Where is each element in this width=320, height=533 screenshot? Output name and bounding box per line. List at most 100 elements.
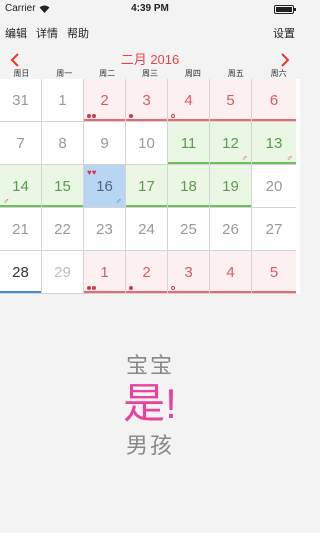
chevron-right-icon xyxy=(281,53,290,67)
day-number: 25 xyxy=(180,220,197,238)
day-cell[interactable]: 4 xyxy=(168,79,210,122)
day-number: 4 xyxy=(184,91,193,109)
day-number: 28 xyxy=(12,263,29,281)
day-number: 16 xyxy=(96,177,113,195)
day-number: 5 xyxy=(226,91,235,109)
day-cell[interactable]: 11 xyxy=(168,122,210,165)
weekday-label: 周日 xyxy=(13,69,30,78)
day-cell[interactable]: 27 xyxy=(252,208,296,251)
settings-button[interactable]: 设置 xyxy=(273,25,295,41)
day-number: 8 xyxy=(58,134,67,152)
weekday-label: 周五 xyxy=(227,69,244,78)
day-cell[interactable]: 1 xyxy=(84,251,126,294)
day-cell[interactable]: 2 xyxy=(84,79,126,122)
day-number: 26 xyxy=(222,220,239,238)
day-number: 10 xyxy=(138,134,155,152)
day-cell[interactable]: 13 ♂ xyxy=(252,122,296,165)
day-number: 27 xyxy=(265,220,283,238)
day-cell-today[interactable]: 28 xyxy=(0,251,42,294)
day-number: 21 xyxy=(12,220,29,238)
day-number: 18 xyxy=(180,177,197,195)
male-icon: ♂ xyxy=(3,196,10,206)
day-cell[interactable]: 5 xyxy=(252,251,296,294)
heart-icon: ♥♥ xyxy=(87,168,97,177)
next-month-button[interactable] xyxy=(280,47,290,70)
day-cell[interactable]: 26 xyxy=(210,208,252,251)
period-marker xyxy=(171,114,175,118)
day-cell[interactable]: 24 xyxy=(126,208,168,251)
day-cell[interactable]: 17 xyxy=(126,165,168,208)
day-number: 14 xyxy=(12,177,29,195)
day-number: 22 xyxy=(54,220,71,238)
male-icon: ♂ xyxy=(241,153,248,163)
day-number: 17 xyxy=(138,177,155,195)
edit-button[interactable]: 编辑 xyxy=(5,25,27,41)
day-number: 9 xyxy=(100,134,109,152)
weekday-label: 周二 xyxy=(99,69,116,78)
result-line-2: 是! xyxy=(123,380,177,427)
day-number: 12 xyxy=(222,134,239,152)
day-number: 19 xyxy=(222,177,239,195)
day-cell[interactable]: 2 xyxy=(126,251,168,294)
weekday-label: 周六 xyxy=(270,69,287,78)
month-header: 二月 2016 xyxy=(0,46,300,68)
day-cell[interactable]: 25 xyxy=(168,208,210,251)
day-cell[interactable]: 22 xyxy=(42,208,84,251)
period-marker xyxy=(129,286,133,290)
day-number: 23 xyxy=(96,220,113,238)
calendar-week: 28 29 1 2 3 4 5 xyxy=(0,251,300,294)
day-cell[interactable]: 23 xyxy=(84,208,126,251)
day-number: 20 xyxy=(265,177,283,195)
day-cell[interactable]: 14 ♂ xyxy=(0,165,42,208)
day-number: 1 xyxy=(58,91,67,109)
day-cell[interactable]: 12 ♂ xyxy=(210,122,252,165)
day-cell[interactable]: 8 xyxy=(42,122,84,165)
day-cell-selected[interactable]: ♥♥ 16 ♂ xyxy=(84,165,126,208)
calendar-week: 7 8 9 10 11 12 ♂ 13 ♂ xyxy=(0,122,300,165)
male-icon: ♂ xyxy=(115,196,122,206)
period-marker xyxy=(171,286,175,290)
calendar-grid: 31 1 2 3 4 5 6 7 8 9 10 11 12 ♂ 13 ♂ 14 ♂ 1… xyxy=(0,79,300,294)
day-cell[interactable]: 4 xyxy=(210,251,252,294)
male-icon: ♂ xyxy=(286,153,293,163)
day-cell[interactable]: 15 xyxy=(42,165,84,208)
day-cell[interactable]: 20 xyxy=(252,165,296,208)
day-number: 2 xyxy=(142,263,151,281)
day-cell[interactable]: 21 xyxy=(0,208,42,251)
day-number: 5 xyxy=(269,263,279,281)
day-cell[interactable]: 5 xyxy=(210,79,252,122)
help-button[interactable]: 帮助 xyxy=(67,25,89,41)
day-cell[interactable]: 10 xyxy=(126,122,168,165)
result-line-1: 宝宝 xyxy=(125,353,174,378)
day-number: 7 xyxy=(16,134,25,152)
day-number: 24 xyxy=(138,220,155,238)
day-number: 11 xyxy=(180,134,197,152)
battery-icon xyxy=(274,5,296,14)
details-button[interactable]: 详情 xyxy=(36,25,58,41)
day-cell[interactable]: 31 xyxy=(0,79,42,122)
day-cell[interactable]: 18 xyxy=(168,165,210,208)
day-number: 15 xyxy=(54,177,71,195)
status-bar: Carrier 4:39 PM xyxy=(0,0,300,20)
status-time: 4:39 PM xyxy=(131,3,169,14)
weekday-label: 周三 xyxy=(142,69,158,78)
calendar-week: 31 1 2 3 4 5 6 xyxy=(0,79,300,122)
day-cell[interactable]: 9 xyxy=(84,122,126,165)
day-number: 3 xyxy=(184,263,193,281)
day-number: 13 xyxy=(265,134,283,152)
period-marker xyxy=(87,114,96,118)
month-title: 二月 2016 xyxy=(120,52,180,67)
day-number: 31 xyxy=(12,91,29,109)
day-cell[interactable]: 7 xyxy=(0,122,42,165)
day-cell[interactable]: 19 xyxy=(210,165,252,208)
day-number: 2 xyxy=(100,91,109,109)
day-number: 1 xyxy=(100,263,109,281)
day-cell[interactable]: 1 xyxy=(42,79,84,122)
day-cell[interactable]: 29 xyxy=(42,251,84,294)
result-line-3: 男孩 xyxy=(125,433,174,458)
day-cell[interactable]: 6 xyxy=(252,79,296,122)
weekday-label: 周一 xyxy=(56,69,73,78)
day-cell[interactable]: 3 xyxy=(168,251,210,294)
day-cell[interactable]: 3 xyxy=(126,79,168,122)
period-marker xyxy=(87,286,96,290)
